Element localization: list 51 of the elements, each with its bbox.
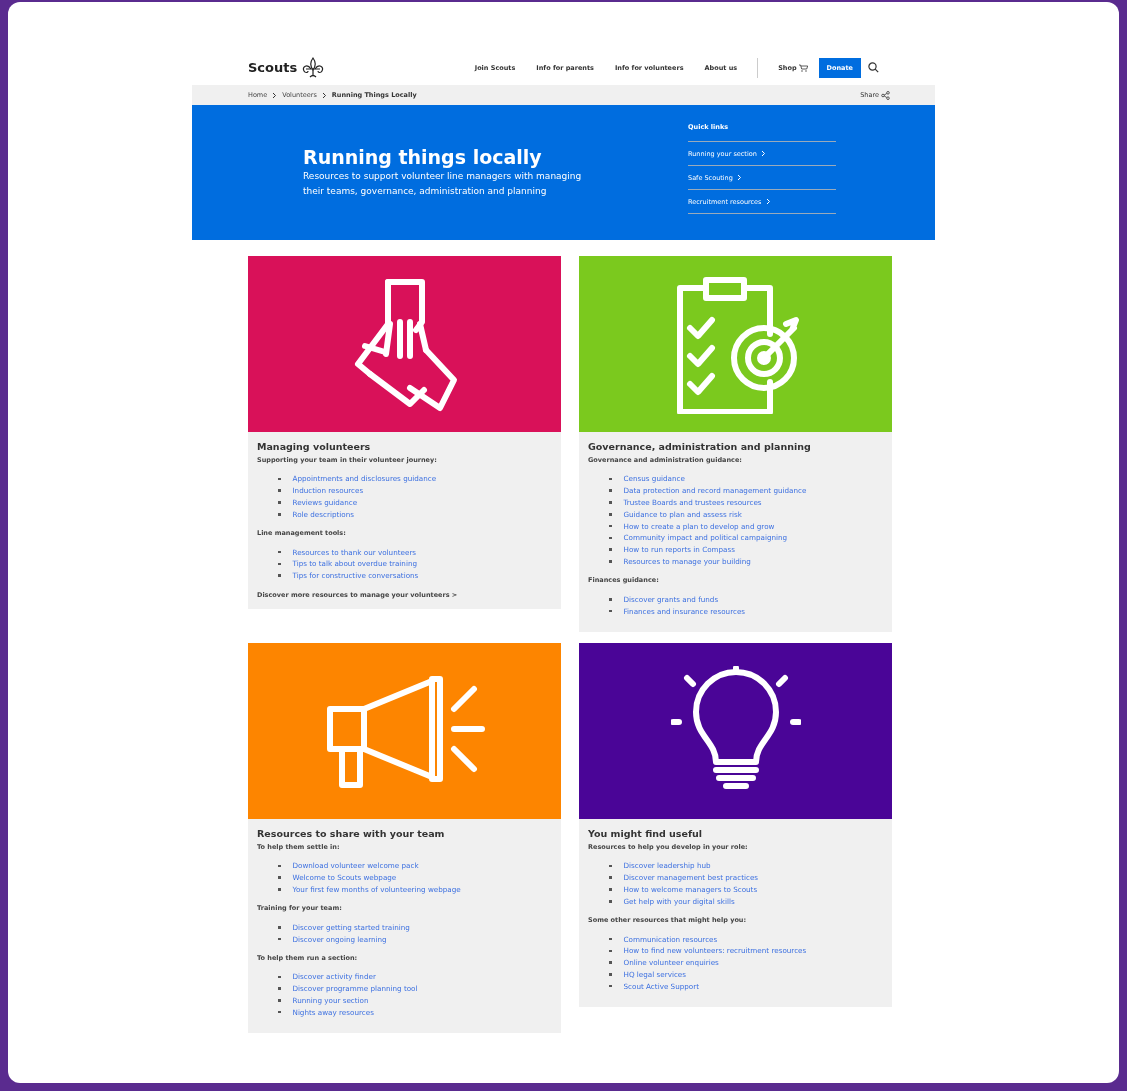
bullet-icon	[278, 999, 281, 1002]
chevron-icon	[272, 91, 278, 99]
bullet-icon	[609, 949, 612, 953]
bullet-icon	[609, 536, 612, 540]
bullet-icon	[278, 489, 281, 492]
bullet-icon	[609, 937, 612, 941]
chevron-icon	[760, 150, 766, 157]
bullet-icon	[609, 513, 612, 516]
bullet-icon	[609, 560, 612, 563]
bullet-icon	[278, 987, 281, 990]
share-icon	[881, 90, 890, 100]
bullet-icon	[609, 876, 612, 879]
bullet-icon	[609, 888, 612, 891]
search-icon[interactable]	[868, 62, 879, 73]
card-title: Governance, administration and planning	[588, 441, 812, 452]
bullet-icon	[609, 477, 612, 481]
bullet-icon	[278, 888, 281, 891]
chevron-icon	[736, 174, 742, 181]
bullet-icon	[609, 489, 612, 492]
bullet-icon	[609, 524, 612, 528]
bullet-icon	[278, 876, 281, 879]
bullet-icon	[278, 1011, 281, 1014]
bullet-icon	[609, 864, 612, 868]
hero-subtitle: Resources to support volunteer line managers with managing their teams, governance, administration and planning	[303, 170, 583, 198]
bullet-icon	[278, 864, 281, 868]
card-title: Managing volunteers	[257, 441, 372, 452]
logo-text[interactable]: Scouts	[248, 60, 298, 75]
bullet-icon	[278, 477, 281, 481]
fleur-de-lis-icon	[301, 56, 326, 79]
chevron-icon	[765, 198, 771, 205]
bullet-icon	[278, 562, 281, 566]
card-title: You might find useful	[588, 827, 704, 839]
bullet-icon	[278, 513, 281, 516]
chevron-icon	[321, 91, 327, 99]
card-title: Resources to share with your team	[257, 827, 446, 839]
cart-icon	[798, 63, 808, 72]
bullet-icon	[609, 598, 612, 601]
bullet-icon	[609, 900, 612, 903]
bullet-icon	[278, 937, 281, 941]
bullet-icon	[609, 973, 612, 976]
hero-title: Running things locally	[303, 145, 543, 169]
bullet-icon	[278, 550, 281, 554]
bullet-icon	[609, 609, 612, 613]
bullet-icon	[278, 501, 281, 504]
bullet-icon	[278, 574, 281, 577]
bullet-icon	[278, 975, 281, 979]
bullet-icon	[278, 926, 281, 929]
bullet-icon	[609, 985, 612, 988]
bullet-icon	[609, 961, 612, 964]
bullet-icon	[609, 548, 612, 551]
bullet-icon	[609, 501, 612, 504]
